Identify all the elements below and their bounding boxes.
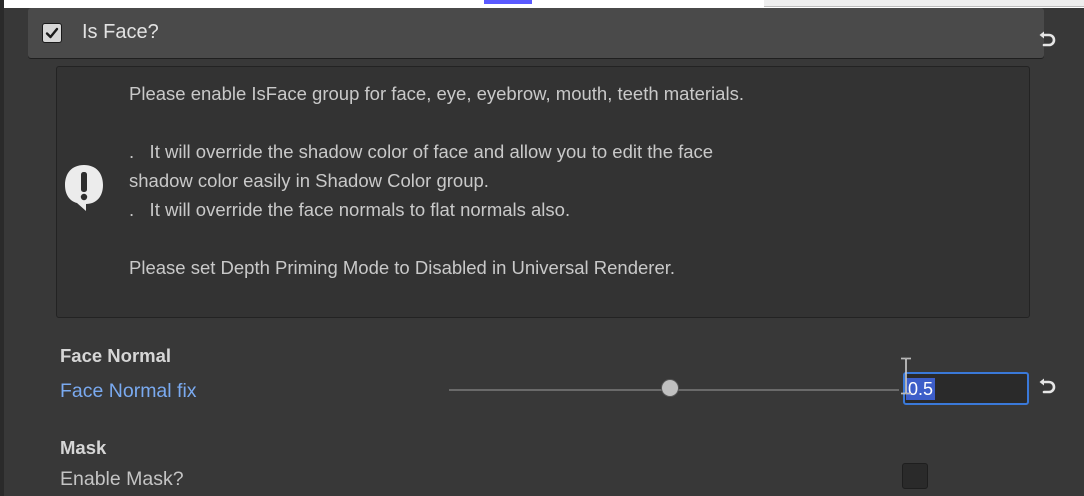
help-text: Please enable IsFace group for face, eye…: [129, 79, 1009, 282]
top-strip-panel: [764, 0, 1084, 7]
face-normal-header: Face Normal: [60, 345, 172, 366]
help-line: . It will override the face normals to f…: [129, 199, 571, 220]
help-bubble-icon: [65, 165, 103, 211]
enable-mask-checkbox[interactable]: [902, 463, 928, 489]
revert-icon[interactable]: [1036, 30, 1058, 52]
checkmark-icon: [45, 27, 59, 39]
left-edge-strip: [0, 0, 4, 496]
face-normal-fix-slider-knob[interactable]: [662, 380, 678, 396]
enable-mask-label: Enable Mask?: [60, 468, 184, 490]
is-face-foldout-header[interactable]: Is Face?: [28, 8, 1044, 58]
top-window-strip: [0, 0, 1084, 8]
help-line: Please enable IsFace group for face, eye…: [129, 83, 744, 104]
help-line: Please set Depth Priming Mode to Disable…: [129, 257, 676, 278]
help-line: shadow color easily in Shadow Color grou…: [129, 170, 489, 191]
face-normal-fix-label[interactable]: Face Normal fix: [60, 380, 197, 403]
text-cursor-icon: [901, 357, 911, 395]
mask-header: Mask: [60, 437, 107, 458]
help-box: Please enable IsFace group for face, eye…: [56, 66, 1030, 318]
is-face-checkbox[interactable]: [42, 23, 62, 43]
face-normal-fix-value-field[interactable]: 0.5: [903, 372, 1029, 405]
top-strip-accent: [484, 0, 532, 4]
revert-icon[interactable]: [1036, 377, 1058, 399]
help-line: . It will override the shadow color of f…: [129, 141, 714, 162]
is-face-title: Is Face?: [82, 21, 159, 43]
